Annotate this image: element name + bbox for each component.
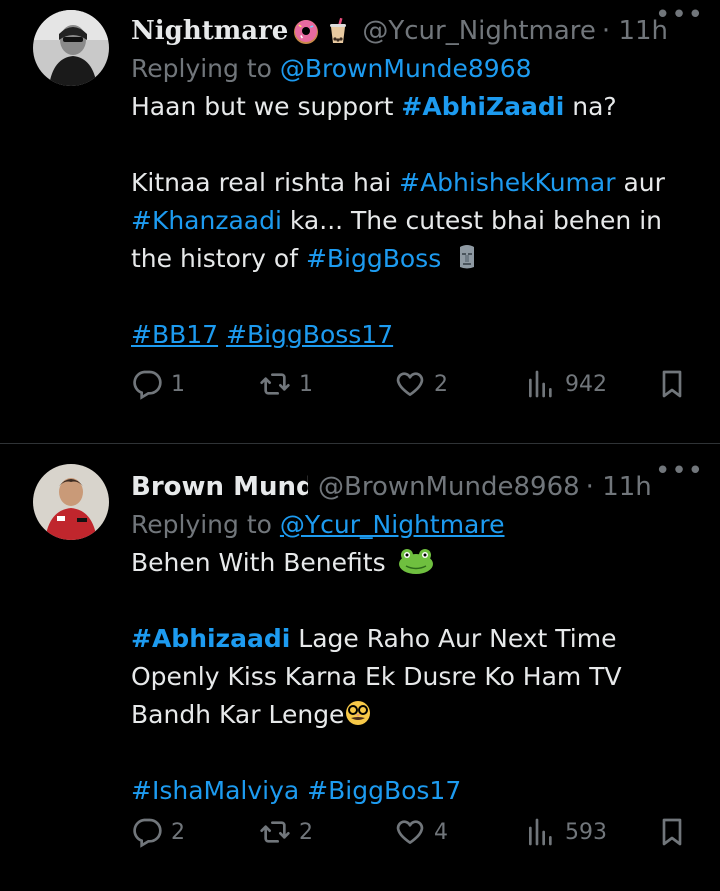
hashtag-link[interactable]: #AbhishekKumar	[399, 168, 615, 197]
reply-mention-link[interactable]: @BrownMunde8968	[280, 54, 532, 83]
hashtag-link[interactable]: #Abhizaadi	[131, 624, 290, 653]
bookmark-icon	[662, 818, 682, 846]
retweet-button[interactable]: 2	[259, 816, 313, 848]
replying-to: Replying to @BrownMunde8968	[131, 50, 700, 88]
hashtag-link[interactable]: #IshaMalviya	[131, 776, 299, 805]
reply-count: 2	[171, 819, 185, 845]
bookmark-icon	[662, 370, 682, 398]
timestamp[interactable]: · 11h	[586, 472, 652, 502]
retweet-icon	[260, 373, 290, 395]
author-name[interactable]: Nightmare	[131, 16, 288, 46]
more-icon[interactable]: •••	[655, 0, 704, 38]
disguise-face-emoji	[344, 699, 372, 727]
bubble-tea-emoji	[324, 17, 352, 45]
replying-label: Replying to	[131, 54, 272, 83]
heart-icon	[396, 820, 424, 844]
frog-emoji	[398, 547, 434, 575]
bookmark-button[interactable]	[656, 816, 688, 848]
views-icon	[529, 370, 552, 398]
author-name[interactable]: Brown Munde	[131, 472, 308, 502]
moai-emoji	[453, 243, 481, 271]
text-segment: aur	[615, 168, 665, 197]
more-icon[interactable]: •••	[655, 456, 704, 494]
retweet-button[interactable]: 1	[259, 368, 313, 400]
hashtag-link[interactable]: #BB17	[131, 320, 218, 349]
text-segment: na?	[564, 92, 617, 121]
like-button[interactable]: 2	[394, 368, 448, 400]
author-handle[interactable]: @Ycur_Nightmare	[362, 16, 596, 46]
views-button[interactable]: 942	[525, 368, 607, 400]
avatar[interactable]	[33, 464, 109, 540]
tweet[interactable]: Nightmare @Ycur_Nightmare · 11h Replying…	[0, 0, 720, 443]
retweet-count: 1	[299, 371, 313, 397]
reply-button[interactable]: 1	[131, 368, 185, 400]
reply-mention-link[interactable]: @Ycur_Nightmare	[280, 510, 505, 539]
bookmark-button[interactable]	[656, 368, 688, 400]
like-button[interactable]: 4	[394, 816, 448, 848]
replying-label: Replying to	[131, 510, 272, 539]
hashtag-link[interactable]: #BiggBos17	[307, 776, 461, 805]
view-count: 942	[565, 371, 607, 397]
views-icon	[529, 818, 552, 846]
hashtag-link[interactable]: #Khanzaadi	[131, 206, 282, 235]
retweet-icon	[260, 821, 290, 843]
text-segment: Haan but we support	[131, 92, 402, 121]
like-count: 4	[434, 819, 448, 845]
donut-emoji	[292, 17, 320, 45]
views-button[interactable]: 593	[525, 816, 607, 848]
tweet-text: Haan but we support #AbhiZaadi na? Kitna…	[131, 88, 700, 354]
text-segment: Behen With Benefits	[131, 548, 394, 577]
tweet[interactable]: Brown Munde @BrownMunde8968 · 11h Replyi…	[0, 444, 720, 891]
reply-icon	[133, 370, 162, 400]
reply-count: 1	[171, 371, 185, 397]
hashtag-link[interactable]: #AbhiZaadi	[401, 92, 564, 121]
hashtag-link[interactable]: #BiggBoss17	[226, 320, 393, 349]
replying-to: Replying to @Ycur_Nightmare	[131, 506, 700, 544]
text-segment: Kitnaa real rishta hai	[131, 168, 400, 197]
tweet-text: Behen With Benefits #Abhizaadi Lage Raho…	[131, 544, 700, 810]
reply-icon	[133, 818, 162, 848]
hashtag-link[interactable]: #BiggBoss	[306, 244, 441, 273]
avatar[interactable]	[33, 10, 109, 86]
retweet-count: 2	[299, 819, 313, 845]
like-count: 2	[434, 371, 448, 397]
heart-icon	[396, 372, 424, 396]
author-handle[interactable]: @BrownMunde8968	[318, 472, 580, 502]
reply-button[interactable]: 2	[131, 816, 185, 848]
view-count: 593	[565, 819, 607, 845]
